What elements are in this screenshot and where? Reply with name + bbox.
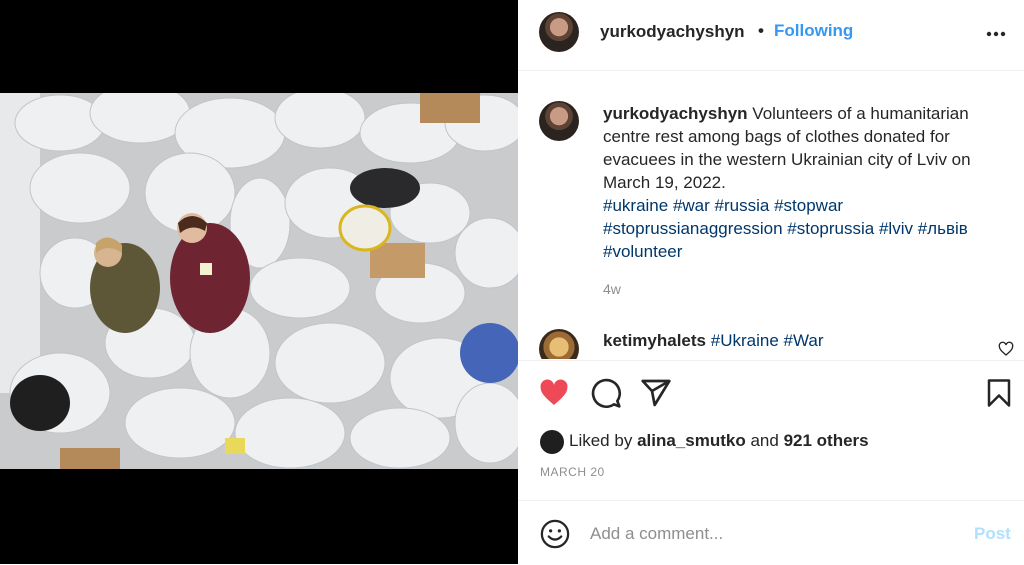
- heart-filled-icon[interactable]: [538, 377, 570, 409]
- hashtag[interactable]: #ukraine: [603, 196, 668, 215]
- caption-username[interactable]: yurkodyachyshyn: [603, 104, 748, 123]
- hashtag[interactable]: #львів: [918, 219, 968, 238]
- likes-prefix: Liked by: [569, 431, 633, 450]
- likes-and: and: [750, 431, 779, 450]
- post-date[interactable]: MARCH 20: [540, 465, 605, 479]
- hashtag[interactable]: #Ukraine: [711, 331, 779, 350]
- post-header: yurkodyachyshyn • Following: [518, 0, 1024, 71]
- post-panel: yurkodyachyshyn • Following yurkodyachys…: [518, 0, 1024, 564]
- smile-icon[interactable]: [540, 519, 570, 549]
- share-icon[interactable]: [640, 377, 672, 409]
- commenter-avatar[interactable]: [539, 329, 579, 359]
- header-separator: •: [758, 21, 764, 40]
- liker-avatar[interactable]: [540, 430, 564, 454]
- action-bar: Liked by alina_smutko and 921 others MAR…: [518, 360, 1024, 501]
- hashtag[interactable]: #war: [673, 196, 710, 215]
- comment-username[interactable]: ketimyhalets: [603, 331, 706, 350]
- more-horizontal-icon[interactable]: [986, 31, 1006, 37]
- comment-like-icon[interactable]: [998, 341, 1014, 357]
- hashtag[interactable]: #War: [784, 331, 824, 350]
- caption: yurkodyachyshyn Volunteers of a humanita…: [603, 102, 1008, 263]
- caption-age[interactable]: 4w: [603, 281, 621, 297]
- hashtag[interactable]: #stoprussianaggression: [603, 219, 783, 238]
- comments-list[interactable]: yurkodyachyshyn Volunteers of a humanita…: [518, 71, 1024, 359]
- hashtag[interactable]: #volunteer: [603, 242, 682, 261]
- liker-username[interactable]: alina_smutko: [637, 431, 746, 450]
- post-media[interactable]: [0, 0, 518, 564]
- hashtag[interactable]: #russia: [715, 196, 770, 215]
- bookmark-icon[interactable]: [984, 377, 1014, 409]
- caption-avatar[interactable]: [539, 101, 579, 141]
- comment: ketimyhalets #Ukraine #War: [603, 331, 824, 351]
- author-username[interactable]: yurkodyachyshyn: [600, 22, 745, 42]
- hashtag[interactable]: #lviv: [879, 219, 913, 238]
- likes-summary: Liked by alina_smutko and 921 others: [569, 431, 869, 451]
- post-photo[interactable]: [0, 93, 518, 469]
- add-comment-bar: Post: [518, 500, 1024, 565]
- hashtag[interactable]: #stoprussia: [787, 219, 874, 238]
- hashtag[interactable]: #stopwar: [774, 196, 843, 215]
- author-avatar[interactable]: [539, 12, 579, 52]
- following-button[interactable]: Following: [774, 21, 853, 41]
- likes-others[interactable]: 921 others: [784, 431, 869, 450]
- post-comment-button[interactable]: Post: [974, 524, 1011, 544]
- photo-image: [0, 93, 518, 469]
- comment-icon[interactable]: [590, 377, 622, 409]
- comment-input[interactable]: [590, 523, 950, 545]
